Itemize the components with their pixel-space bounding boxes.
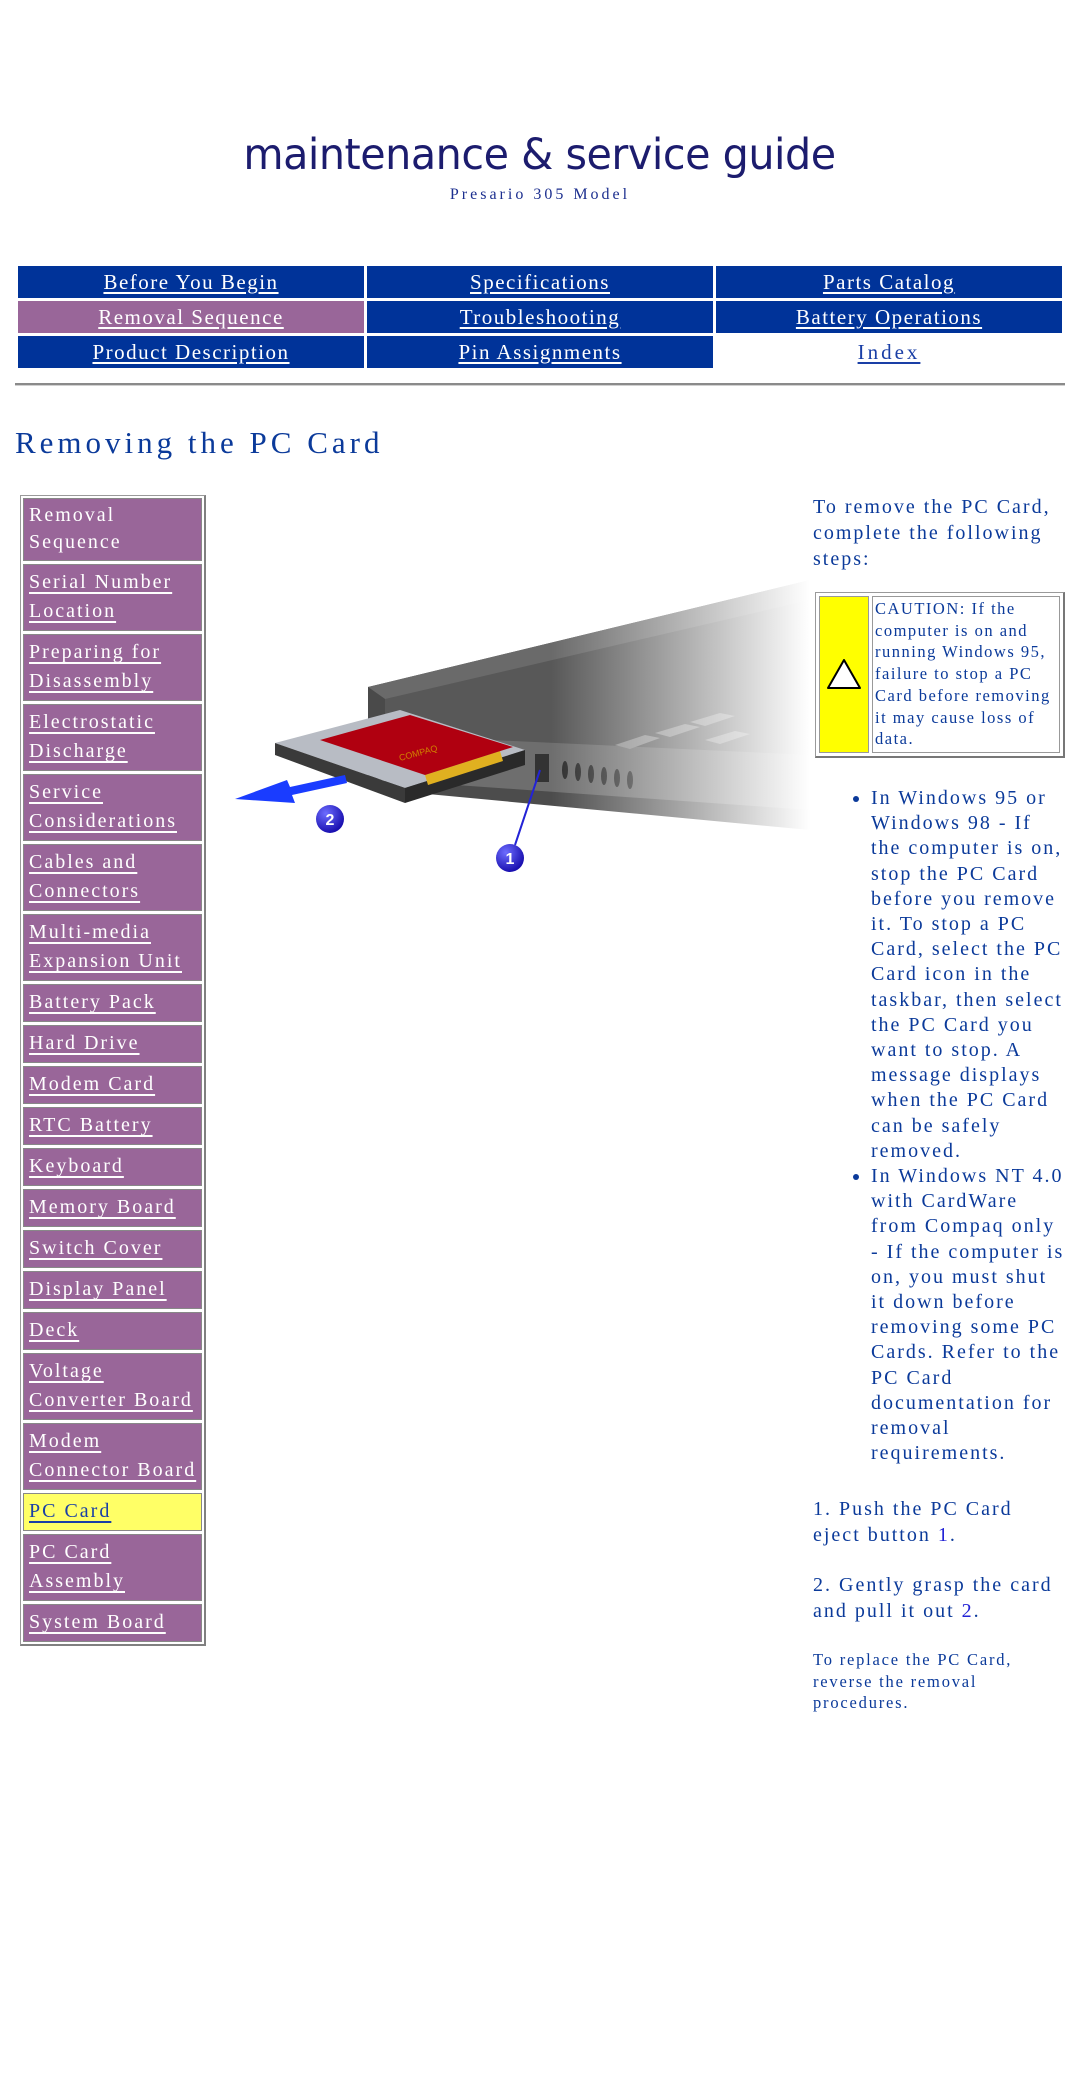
nav-cell-parts-catalog: Parts Catalog: [716, 266, 1062, 298]
step-2-text: 2. Gently grasp the card and pull it out: [813, 1574, 1053, 1623]
sidebar-link[interactable]: Display Panel: [29, 1278, 167, 1300]
sidebar-item-rtc-battery: RTC Battery: [23, 1107, 202, 1145]
nav-cell-before-you-begin: Before You Begin: [18, 266, 364, 298]
step-1-text: 1. Push the PC Card eject button: [813, 1498, 1013, 1547]
sidebar-item-deck: Deck: [23, 1312, 202, 1350]
nav-cell-troubleshooting: Troubleshooting: [367, 301, 713, 333]
model-subtitle: Presario 305 Model: [449, 186, 631, 203]
nav-cell-index: Index: [716, 336, 1062, 368]
sidebar-item-pc-card-current: PC Card: [23, 1493, 202, 1531]
nav-cell-product-description: Product Description: [18, 336, 364, 368]
sidebar-link[interactable]: Memory Board: [29, 1196, 176, 1218]
sidebar-heading: Removal Sequence: [23, 498, 202, 561]
guide-title: maintenance & service guide: [243, 130, 837, 180]
step-2-end: .: [973, 1600, 981, 1623]
removal-steps: 1. Push the PC Card eject button 1. 2. G…: [813, 1496, 1065, 1714]
caution-text: CAUTION: If the computer is on and runni…: [872, 596, 1060, 753]
step-2-ref: 2: [961, 1600, 974, 1623]
os-note-windows-nt: In Windows NT 4.0 with CardWare from Com…: [871, 1164, 1065, 1466]
sidebar-item-modem-connector-board: Modem Connector Board: [23, 1423, 202, 1490]
sidebar-link[interactable]: Voltage Converter Board: [29, 1360, 193, 1411]
nav-link-troubleshooting[interactable]: Troubleshooting: [460, 305, 621, 329]
nav-link-parts-catalog[interactable]: Parts Catalog: [823, 270, 955, 294]
sidebar-item-keyboard: Keyboard: [23, 1148, 202, 1186]
sidebar-link[interactable]: Modem Card: [29, 1073, 155, 1095]
sidebar-link[interactable]: Switch Cover: [29, 1237, 162, 1259]
step-1-end: .: [949, 1524, 957, 1547]
sidebar-link[interactable]: Multi-media Expansion Unit: [29, 921, 182, 972]
callout-2-icon: 2: [316, 805, 344, 833]
intro-text: To remove the PC Card, complete the foll…: [813, 496, 1051, 570]
sidebar-item-voltage-converter-board: Voltage Converter Board: [23, 1353, 202, 1420]
os-notes-list: In Windows 95 or Windows 98 - If the com…: [813, 786, 1065, 1466]
sidebar-item-service-considerations: Service Considerations: [23, 774, 202, 841]
os-note-windows-95-98: In Windows 95 or Windows 98 - If the com…: [871, 786, 1065, 1164]
sidebar-item-display-panel: Display Panel: [23, 1271, 202, 1309]
page-header: maintenance & service guide Presario 305…: [0, 128, 1080, 204]
sidebar-link[interactable]: Preparing for Disassembly: [29, 641, 161, 692]
svg-text:1: 1: [506, 851, 515, 868]
sidebar-item-pc-card-assembly: PC Card Assembly: [23, 1534, 202, 1601]
sidebar-item-system-board: System Board: [23, 1604, 202, 1642]
sidebar-item-switch-cover: Switch Cover: [23, 1230, 202, 1268]
warning-triangle-icon: [827, 659, 861, 690]
pc-card-removal-illustration: COMPAQ 1 2: [235, 575, 810, 905]
caution-box: CAUTION: If the computer is on and runni…: [815, 592, 1065, 758]
svg-text:2: 2: [326, 812, 335, 829]
step-2: 2. Gently grasp the card and pull it out…: [813, 1572, 1065, 1624]
sidebar-link[interactable]: Hard Drive: [29, 1032, 140, 1054]
nav-link-removal-sequence[interactable]: Removal Sequence: [98, 305, 284, 329]
nav-cell-removal-sequence: Removal Sequence: [18, 301, 364, 333]
nav-cell-pin-assignments: Pin Assignments: [367, 336, 713, 368]
step-1: 1. Push the PC Card eject button 1.: [813, 1496, 1065, 1548]
sidebar-link[interactable]: System Board: [29, 1611, 166, 1633]
page-title: Removing the PC Card: [15, 425, 384, 460]
nav-link-specifications[interactable]: Specifications: [470, 270, 610, 294]
nav-link-pin-assignments[interactable]: Pin Assignments: [458, 340, 621, 364]
caution-icon-cell: [819, 596, 869, 753]
replace-note: To replace the PC Card, reverse the remo…: [813, 1650, 1013, 1713]
nav-cell-specifications: Specifications: [367, 266, 713, 298]
sidebar-item-multimedia-expansion-unit: Multi-media Expansion Unit: [23, 914, 202, 981]
instructions-column: To remove the PC Card, complete the foll…: [813, 494, 1065, 1714]
sidebar-item-serial-number-location: Serial Number Location: [23, 564, 202, 631]
sidebar-link[interactable]: PC Card: [29, 1500, 111, 1522]
sidebar-item-electrostatic-discharge: Electrostatic Discharge: [23, 704, 202, 771]
callout-1-icon: 1: [496, 844, 524, 872]
sidebar-link[interactable]: Serial Number Location: [29, 571, 172, 622]
sidebar-link[interactable]: PC Card Assembly: [29, 1541, 125, 1592]
sidebar-item-modem-card: Modem Card: [23, 1066, 202, 1104]
sidebar-link[interactable]: Service Considerations: [29, 781, 177, 832]
nav-link-before-you-begin[interactable]: Before You Begin: [103, 270, 278, 294]
sidebar-link[interactable]: Deck: [29, 1319, 79, 1341]
sidebar-item-memory-board: Memory Board: [23, 1189, 202, 1227]
sidebar-item-cables-and-connectors: Cables and Connectors: [23, 844, 202, 911]
nav-link-product-description[interactable]: Product Description: [92, 340, 289, 364]
sidebar-item-battery-pack: Battery Pack: [23, 984, 202, 1022]
sidebar-item-hard-drive: Hard Drive: [23, 1025, 202, 1063]
nav-link-battery-operations[interactable]: Battery Operations: [796, 305, 982, 329]
nav-link-index[interactable]: Index: [858, 340, 921, 364]
nav-cell-battery-operations: Battery Operations: [716, 301, 1062, 333]
sidebar-link[interactable]: Electrostatic Discharge: [29, 711, 155, 762]
sidebar-link[interactable]: Cables and Connectors: [29, 851, 140, 902]
sidebar-item-preparing-for-disassembly: Preparing for Disassembly: [23, 634, 202, 701]
removal-sequence-sidebar: Removal Sequence Serial Number Location …: [20, 495, 206, 1646]
horizontal-divider: [15, 383, 1065, 386]
sidebar-link[interactable]: Modem Connector Board: [29, 1430, 196, 1481]
sidebar-link[interactable]: Keyboard: [29, 1155, 124, 1177]
sidebar-link[interactable]: Battery Pack: [29, 991, 156, 1013]
top-navigation: Before You Begin Specifications Parts Ca…: [15, 263, 1065, 371]
sidebar-link[interactable]: RTC Battery: [29, 1114, 153, 1136]
step-1-ref: 1: [937, 1524, 950, 1547]
